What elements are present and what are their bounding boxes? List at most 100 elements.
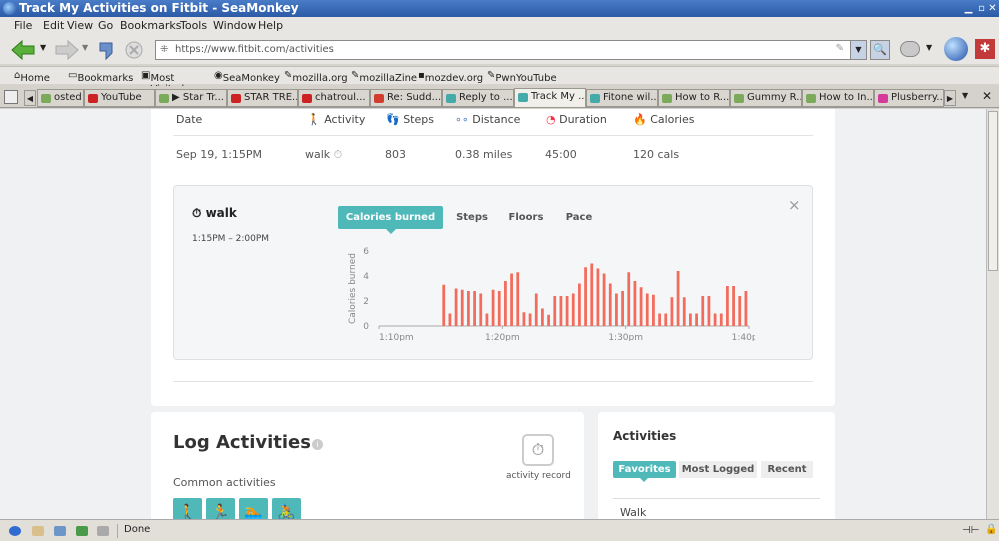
row-date[interactable]: Sep 19, 1:15PM	[176, 148, 262, 161]
online-status-icon[interactable]: ⊣⊢	[962, 525, 979, 536]
new-tab-icon[interactable]	[4, 90, 18, 104]
header-calories[interactable]: 🔥 Calories	[633, 113, 695, 126]
tab-item[interactable]: Track My ...	[514, 88, 586, 108]
detail-title: ⏱ walk	[192, 206, 237, 220]
bookmark-pwnyoutube[interactable]: ✎ PwnYouTube	[487, 70, 557, 84]
tab-item[interactable]: How to R...	[658, 89, 730, 107]
composer-icon[interactable]	[76, 526, 88, 536]
chart-bar	[559, 296, 563, 326]
header-activity[interactable]: 🚶 Activity	[307, 113, 365, 126]
bookmark-mozilla-org[interactable]: ✎ mozilla.org	[284, 70, 348, 84]
tab-item[interactable]: chatroul...	[298, 89, 370, 107]
tab-item[interactable]: How to In...	[802, 89, 874, 107]
row-distance[interactable]: 0.38 miles	[455, 148, 512, 161]
tab-item[interactable]: Plusberry...	[874, 89, 944, 107]
activity-record-label: activity record	[506, 471, 571, 481]
back-arrow-icon[interactable]	[10, 39, 36, 61]
menu-view[interactable]: View	[67, 19, 93, 32]
row-duration[interactable]: 45:00	[545, 148, 577, 161]
menu-tools[interactable]: Tools	[180, 19, 207, 32]
security-lock-icon[interactable]: 🔒	[985, 524, 997, 535]
chart-bar	[442, 284, 446, 326]
close-tab-icon[interactable]: ✕	[982, 89, 992, 103]
bookmark-home[interactable]: ⌂ Home	[14, 70, 50, 84]
print-icon[interactable]	[900, 41, 920, 57]
tab-scroll-right-icon[interactable]: ▶	[944, 90, 956, 106]
header-date[interactable]: Date	[176, 113, 202, 126]
tab-pace[interactable]: Pace	[562, 206, 596, 229]
browser-status-icon[interactable]	[9, 526, 21, 536]
menu-go[interactable]: Go	[98, 19, 113, 32]
tab-label: STAR TRE...	[244, 92, 298, 103]
tab-label: Fitone wil...	[603, 92, 658, 103]
row-steps[interactable]: 803	[385, 148, 406, 161]
url-dropdown-icon[interactable]: ▼	[850, 41, 866, 59]
header-duration[interactable]: ◔ Duration	[546, 113, 607, 126]
vertical-scrollbar[interactable]	[986, 109, 999, 519]
menu-edit[interactable]: Edit	[43, 19, 64, 32]
tab-item[interactable]: YouTube	[84, 89, 155, 107]
header-steps[interactable]: 👣 Steps	[386, 113, 434, 126]
forward-dropdown-icon[interactable]: ▼	[82, 43, 88, 52]
url-text[interactable]: https://www.fitbit.com/activities	[175, 44, 334, 55]
tab-item[interactable]: osted! -...	[37, 89, 84, 107]
search-icon[interactable]: 🔍	[870, 40, 890, 60]
tab-item[interactable]: Re: Sudd...	[370, 89, 442, 107]
chart-bar	[713, 313, 717, 326]
menu-file[interactable]: File	[14, 19, 32, 32]
chart-bar	[541, 308, 544, 326]
url-bar[interactable]: ⁜ https://www.fitbit.com/activities ✎ ▼	[155, 40, 867, 60]
tab-calories-burned[interactable]: Calories burned	[338, 206, 443, 229]
tab-steps[interactable]: Steps	[452, 206, 492, 229]
close-window-icon[interactable]: ✕	[986, 2, 999, 15]
info-icon[interactable]: i	[312, 439, 323, 450]
addon-icon[interactable]: ✱	[975, 39, 995, 59]
mail-icon[interactable]	[32, 526, 44, 536]
row-calories[interactable]: 120 cals	[633, 148, 679, 161]
print-dropdown-icon[interactable]: ▼	[926, 43, 932, 52]
close-detail-icon[interactable]: ×	[788, 196, 801, 214]
tab-list-icon[interactable]: ▼	[962, 91, 968, 100]
chart-bar	[682, 297, 686, 326]
forward-arrow-icon[interactable]	[54, 39, 80, 61]
minimize-icon[interactable]: ▁	[962, 2, 975, 15]
back-dropdown-icon[interactable]: ▼	[40, 43, 46, 52]
bookmark-mozdev[interactable]: ▪ mozdev.org	[418, 70, 483, 84]
header-distance[interactable]: ∘∘ Distance	[455, 113, 520, 126]
bookmark-bookmarks[interactable]: ▭ Bookmarks	[68, 70, 133, 84]
address-book-icon[interactable]	[97, 526, 109, 536]
seamonkey-throbber-icon[interactable]	[944, 37, 968, 61]
menu-bookmarks[interactable]: Bookmarks	[120, 19, 181, 32]
stop-icon[interactable]	[124, 40, 144, 60]
tab-item[interactable]: STAR TRE...	[227, 89, 298, 107]
tab-most-logged[interactable]: Most Logged	[679, 461, 757, 478]
tab-favorites[interactable]: Favorites	[613, 461, 676, 478]
walk-activity-icon[interactable]: 🚶	[173, 498, 202, 519]
tab-item[interactable]: Fitone wil...	[586, 89, 658, 107]
bookmark-mozillazine[interactable]: ✎ mozillaZine	[351, 70, 417, 84]
scrollbar-thumb[interactable]	[988, 111, 998, 271]
activity-record-button[interactable]: ⏱	[522, 434, 554, 466]
swim-activity-icon[interactable]: 🏊	[239, 498, 268, 519]
tab-item[interactable]: ▶ Star Tr...	[155, 89, 227, 107]
tab-scroll-left-icon[interactable]: ◀	[24, 90, 36, 106]
chat-icon[interactable]	[54, 526, 66, 536]
chart-bar	[615, 293, 618, 326]
tab-favicon-icon	[159, 94, 169, 103]
run-activity-icon[interactable]: 🏃	[206, 498, 235, 519]
bookmark-seamonkey[interactable]: ◉ SeaMonkey	[214, 70, 280, 84]
bookmark-pencil-icon[interactable]: ✎	[836, 43, 844, 54]
menu-window[interactable]: Window	[213, 19, 256, 32]
site-identity-icon[interactable]: ⁜	[160, 44, 172, 56]
tab-floors[interactable]: Floors	[506, 206, 546, 229]
tab-recent[interactable]: Recent	[761, 461, 813, 478]
activity-item-walk[interactable]: Walk	[620, 506, 646, 519]
bike-activity-icon[interactable]: 🚴	[272, 498, 301, 519]
reload-icon[interactable]	[96, 39, 116, 61]
menu-help[interactable]: Help	[258, 19, 283, 32]
tab-item[interactable]: Reply to ...	[442, 89, 514, 107]
tab-item[interactable]: Gummy R...	[730, 89, 802, 107]
bookmark-most-visited[interactable]: ▣ Most Visited	[141, 70, 184, 95]
row-activity[interactable]: walk ⏱	[305, 148, 342, 162]
chart-bar	[473, 291, 476, 326]
